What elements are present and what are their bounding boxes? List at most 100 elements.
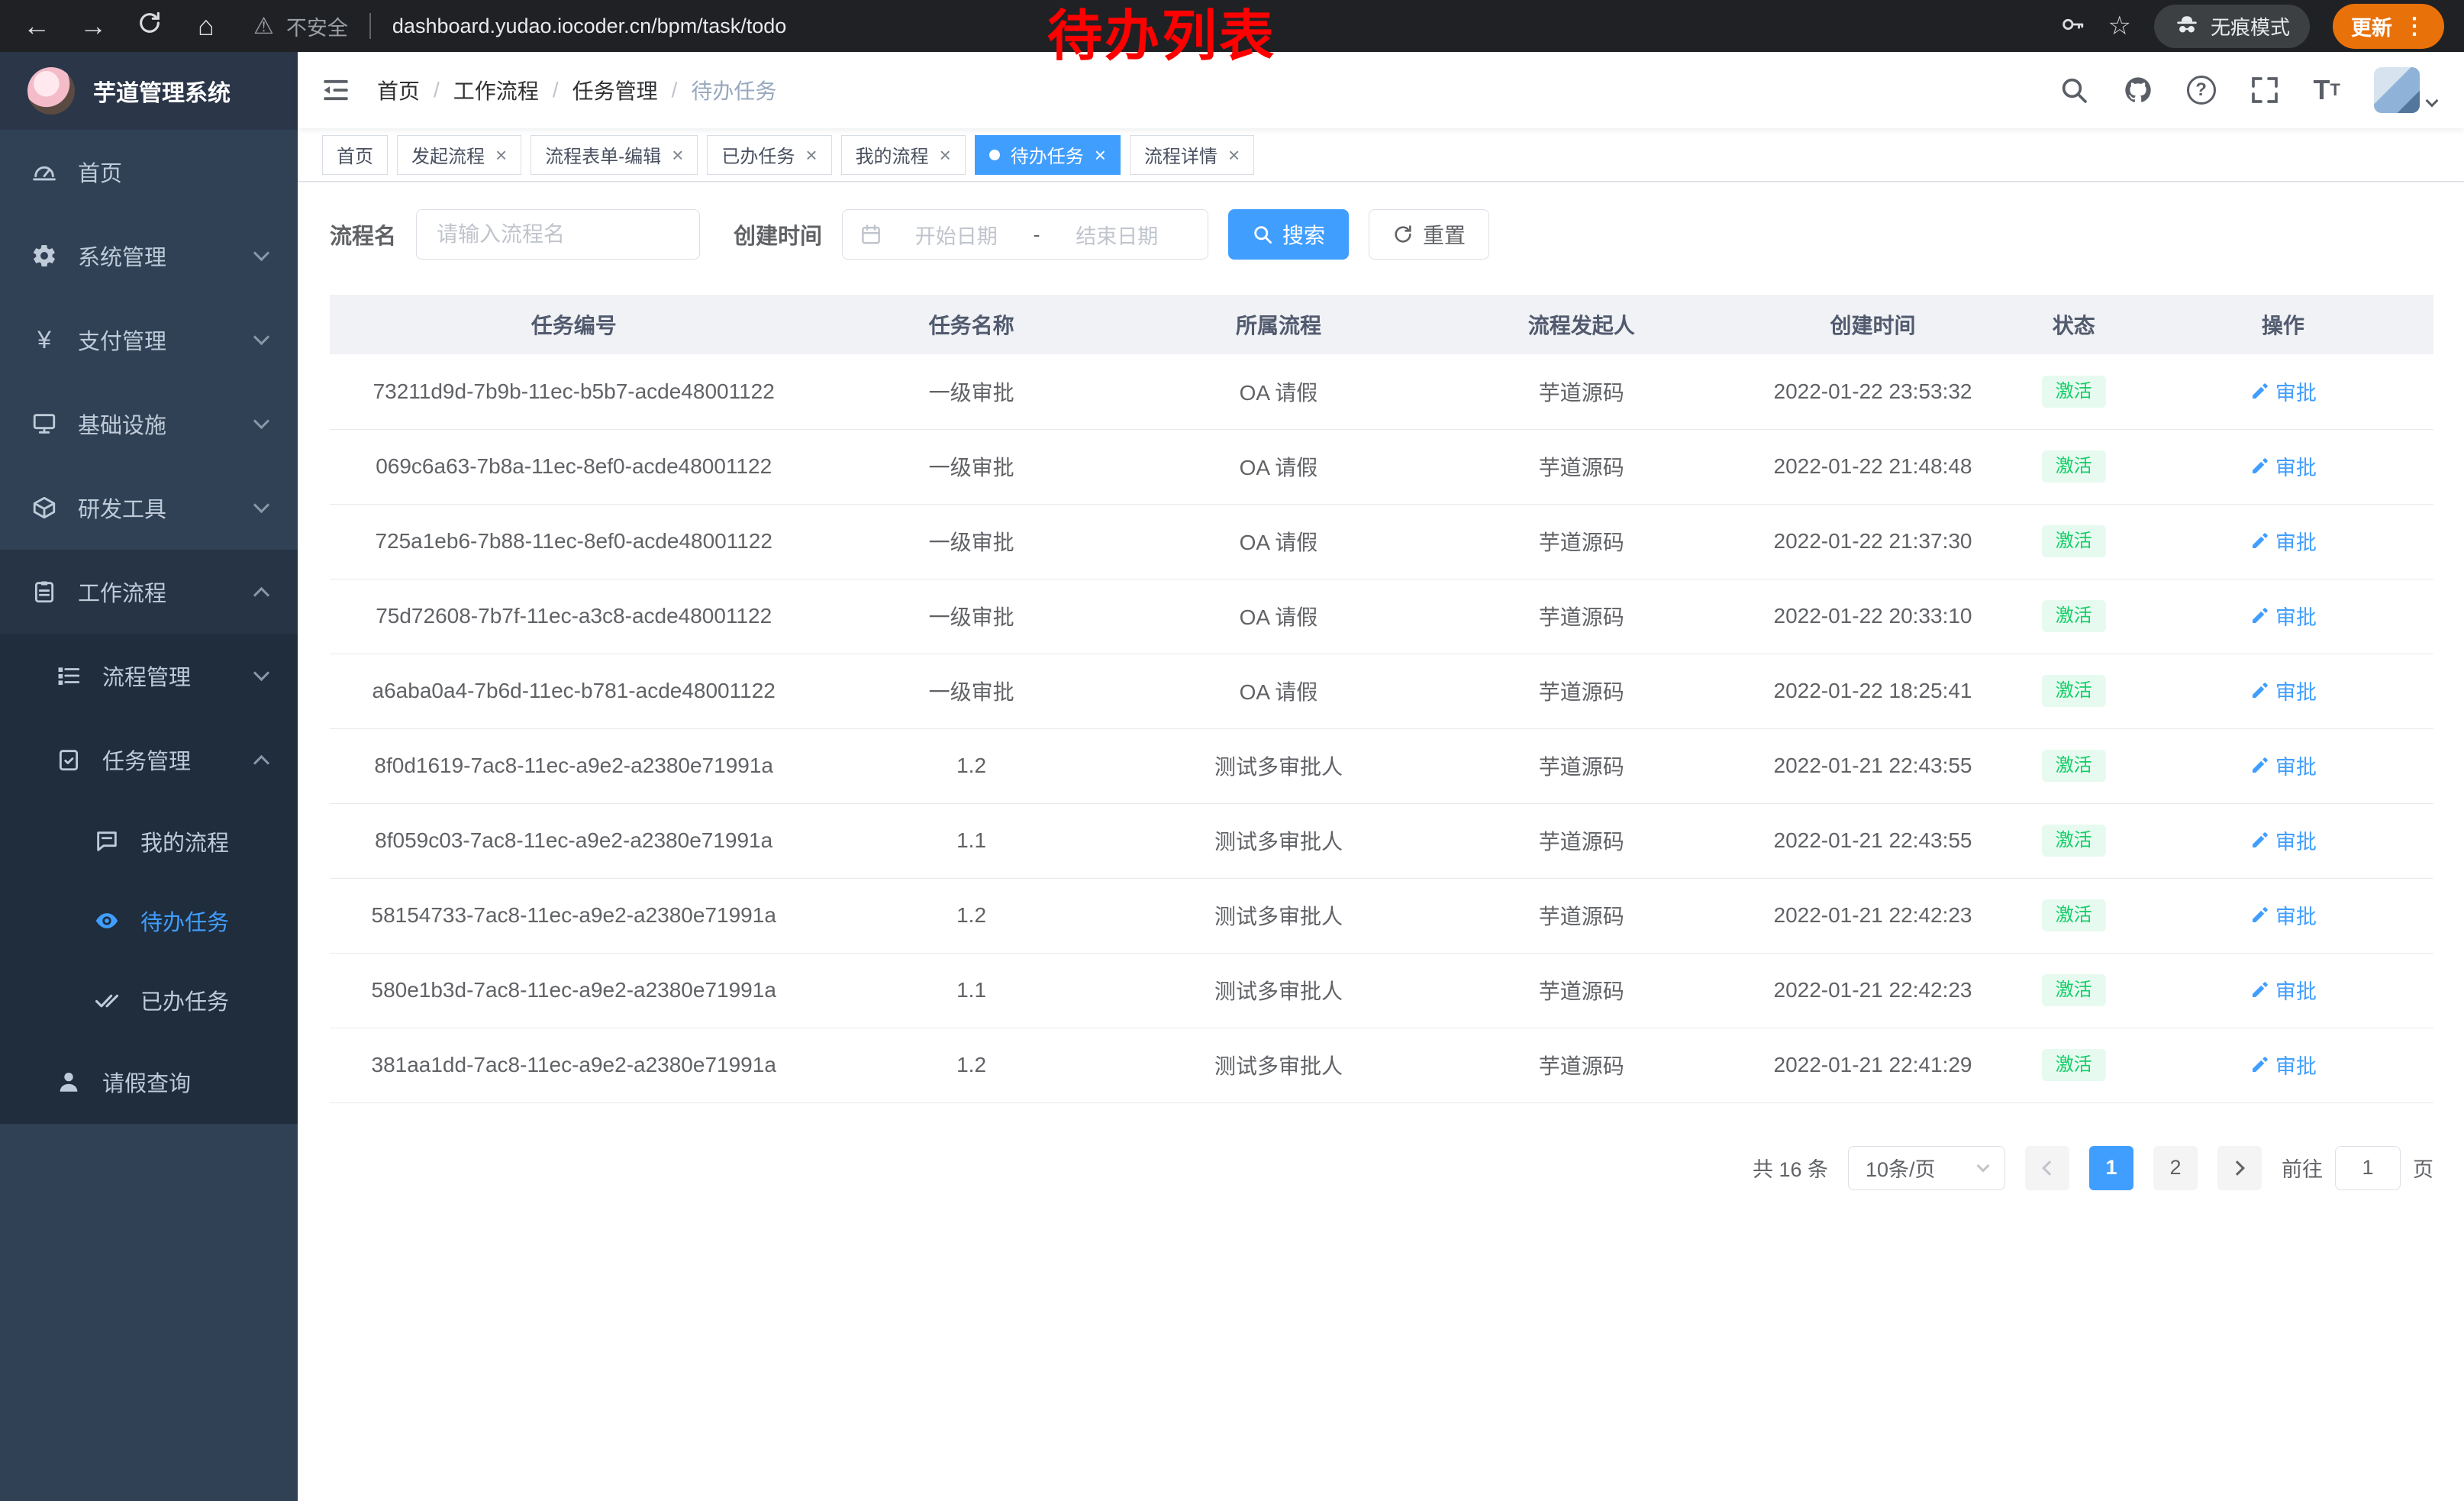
list-icon	[55, 662, 82, 689]
approve-link[interactable]: 审批	[2250, 601, 2317, 631]
approve-link[interactable]: 审批	[2250, 975, 2317, 1005]
forward-icon[interactable]: →	[76, 10, 110, 42]
cell-initiator: 芋道源码	[1432, 1028, 1730, 1102]
status-badge: 激活	[2042, 899, 2106, 931]
sidebar-item-label: 首页	[78, 156, 122, 188]
sidebar-item-process-mgmt[interactable]: 流程管理	[0, 634, 298, 718]
search-button[interactable]: 搜索	[1228, 209, 1349, 260]
tab-start-process[interactable]: 发起流程 ×	[397, 135, 521, 175]
tab-process-detail[interactable]: 流程详情 ×	[1130, 135, 1254, 175]
table-row: a6aba0a4-7b6d-11ec-b781-acde48001122 一级审…	[330, 654, 2433, 728]
calendar-icon	[859, 223, 882, 246]
table-row: 58154733-7ac8-11ec-a9e2-a2380e71991a 1.2…	[330, 878, 2433, 953]
sidebar-item-my-process[interactable]: 我的流程	[0, 802, 298, 881]
sidebar-item-devtools[interactable]: 研发工具	[0, 466, 298, 550]
pen-icon	[2250, 681, 2269, 701]
tab-done-task[interactable]: 已办任务 ×	[707, 135, 831, 175]
page-button-1[interactable]: 1	[2089, 1146, 2133, 1190]
tab-home[interactable]: 首页	[322, 135, 388, 175]
process-name-input[interactable]	[416, 209, 700, 260]
approve-link[interactable]: 审批	[2250, 451, 2317, 481]
close-icon[interactable]: ×	[495, 145, 507, 165]
update-button[interactable]: 更新 ⋮	[2333, 4, 2444, 49]
status-badge: 激活	[2042, 450, 2106, 483]
breadcrumb-home[interactable]: 首页	[377, 75, 420, 105]
password-key-icon[interactable]	[2059, 11, 2085, 41]
browser-menu-dots-icon[interactable]: ⋮	[2403, 13, 2426, 40]
cell-process: 测试多审批人	[1125, 803, 1432, 878]
end-date-placeholder: 结束日期	[1043, 220, 1192, 250]
sidebar-item-label: 工作流程	[78, 576, 166, 608]
tab-todo-task[interactable]: 待办任务 ×	[975, 135, 1121, 175]
process-name-label: 流程名	[330, 218, 396, 250]
goto-page-input[interactable]	[2335, 1146, 2401, 1190]
close-icon[interactable]: ×	[940, 145, 951, 165]
sidebar-item-system[interactable]: 系统管理	[0, 214, 298, 298]
goto-label: 前往	[2282, 1153, 2323, 1183]
sidebar-item-todo-task[interactable]: 待办任务	[0, 881, 298, 960]
cell-status: 激活	[2015, 654, 2133, 728]
breadcrumb-task-mgmt[interactable]: 任务管理	[572, 75, 658, 105]
create-time-label: 创建时间	[734, 218, 822, 250]
cell-initiator: 芋道源码	[1432, 878, 1730, 953]
page-button-2[interactable]: 2	[2153, 1146, 2198, 1190]
status-badge: 激活	[2042, 974, 2106, 1006]
home-icon[interactable]: ⌂	[189, 10, 223, 42]
approve-link[interactable]: 审批	[2250, 825, 2317, 855]
sidebar-item-label: 我的流程	[140, 825, 229, 857]
search-icon	[1252, 224, 1273, 245]
tab-form-edit[interactable]: 流程表单-编辑 ×	[531, 135, 698, 175]
next-page-button[interactable]	[2217, 1146, 2262, 1190]
col-task-id: 任务编号	[330, 295, 818, 354]
search-icon[interactable]	[2059, 75, 2089, 105]
close-icon[interactable]: ×	[1095, 145, 1106, 165]
approve-link[interactable]: 审批	[2250, 526, 2317, 556]
help-icon[interactable]: ?	[2187, 76, 2216, 105]
cell-task-name: 1.2	[818, 1028, 1124, 1102]
incognito-spy-icon	[2174, 13, 2200, 39]
chevron-down-icon	[253, 412, 269, 428]
sidebar-item-infra[interactable]: 基础设施	[0, 382, 298, 466]
sidebar-item-done-task[interactable]: 已办任务	[0, 960, 298, 1040]
status-badge: 激活	[2042, 750, 2106, 782]
fullscreen-icon[interactable]	[2250, 75, 2280, 105]
status-badge: 激活	[2042, 1049, 2106, 1081]
prev-page-button[interactable]	[2025, 1146, 2069, 1190]
close-icon[interactable]: ×	[672, 145, 683, 165]
user-menu[interactable]	[2374, 67, 2437, 113]
refresh-icon[interactable]	[133, 10, 166, 43]
avatar[interactable]	[2374, 67, 2420, 113]
approve-link[interactable]: 审批	[2250, 1050, 2317, 1080]
pen-icon	[2250, 457, 2269, 476]
approve-link[interactable]: 审批	[2250, 376, 2317, 406]
sidebar-item-leave-query[interactable]: 请假查询	[0, 1040, 298, 1124]
reset-button[interactable]: 重置	[1369, 209, 1489, 260]
sidebar-collapse-icon[interactable]	[298, 52, 374, 128]
sidebar-item-label: 待办任务	[140, 905, 229, 937]
close-icon[interactable]: ×	[1228, 145, 1240, 165]
bookmark-star-icon[interactable]: ☆	[2108, 11, 2131, 41]
page-unit-label: 页	[2413, 1153, 2433, 1183]
approve-link[interactable]: 审批	[2250, 750, 2317, 780]
sidebar-item-workflow[interactable]: 工作流程	[0, 550, 298, 634]
chevron-up-icon	[253, 586, 269, 602]
page-size-select[interactable]: 10条/页	[1848, 1146, 2005, 1190]
cell-action: 审批	[2133, 654, 2433, 728]
approve-link[interactable]: 审批	[2250, 676, 2317, 705]
sidebar-item-home[interactable]: 首页	[0, 130, 298, 214]
github-icon[interactable]	[2123, 75, 2153, 105]
close-icon[interactable]: ×	[805, 145, 817, 165]
sidebar-item-payment[interactable]: ¥ 支付管理	[0, 298, 298, 382]
tab-my-process[interactable]: 我的流程 ×	[841, 135, 966, 175]
cell-action: 审批	[2133, 429, 2433, 504]
not-secure-warning-icon: ⚠	[253, 13, 274, 40]
font-size-icon[interactable]: TT	[2314, 74, 2340, 106]
date-range-picker[interactable]: 开始日期 - 结束日期	[842, 209, 1208, 260]
back-icon[interactable]: ←	[20, 10, 53, 42]
approve-link[interactable]: 审批	[2250, 900, 2317, 930]
sidebar-item-task-mgmt[interactable]: 任务管理	[0, 718, 298, 802]
app-logo[interactable]: 芋道管理系统	[0, 52, 298, 130]
breadcrumb-current: 待办任务	[691, 75, 776, 105]
total-count: 共 16 条	[1753, 1153, 1828, 1183]
breadcrumb-workflow[interactable]: 工作流程	[453, 75, 539, 105]
